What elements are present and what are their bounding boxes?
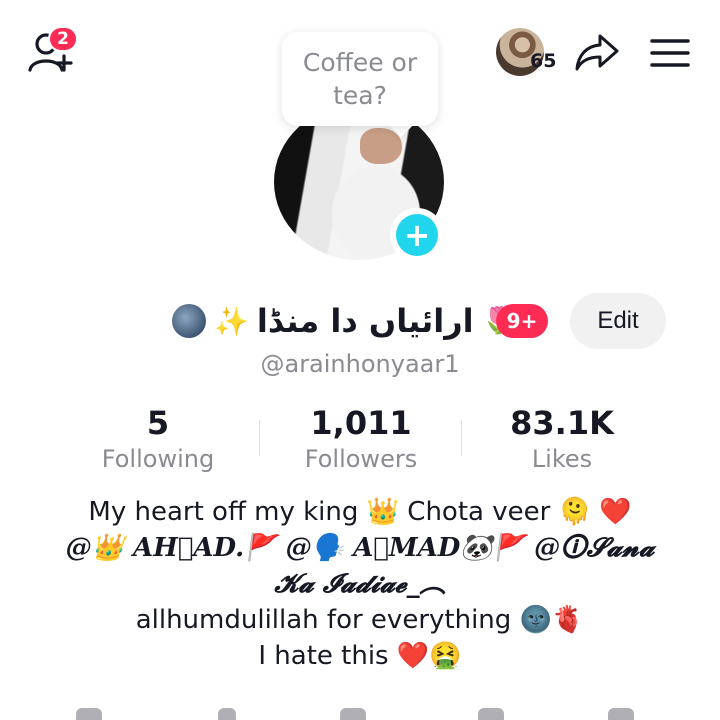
grid-tab-icon[interactable] [76,708,102,720]
profile-note-bubble[interactable]: Coffee or tea? [282,32,438,126]
display-name: ارائیاں دا منڈا [256,302,474,340]
bio-line[interactable]: @👑 AH𝆊AD.🚩 @🗣️ A𝆊MAD🐼🚩 @🛈𝓢𝓪𝓷𝓪 [40,530,680,566]
stat-following[interactable]: 5 Following [78,404,238,476]
menu-icon[interactable] [650,38,690,68]
new-moon-face-icon [172,304,206,338]
stat-value: 1,011 [310,404,412,442]
username: @arainhonyaar1 [260,350,460,378]
saved-tab-icon[interactable] [478,708,504,720]
sparkles-icon: ✨ [214,304,249,338]
stat-label: Followers [304,445,418,473]
stat-divider [461,420,462,456]
stat-value: 83.1K [510,404,614,442]
name-row: ✨ ارائیاں دا منڈا 🌷 [172,298,514,344]
search-tab-icon[interactable] [218,708,236,720]
add-story-button[interactable]: + [390,208,444,262]
edit-profile-button[interactable]: Edit [570,293,666,349]
bio: My heart off my king 👑 Chota veer 🫠 ❤️ @… [40,494,680,674]
liked-tab-icon[interactable] [608,708,634,720]
stat-followers[interactable]: 1,011 Followers [281,404,441,476]
content-tab-bar [0,708,720,720]
stat-value: 5 [146,404,170,442]
bio-line: I hate this ❤️🤮 [258,641,462,671]
plus-icon: + [396,214,438,256]
bio-line: 𝓚𝓪 𝓘𝓪𝓭𝓲𝓪𝓮_︵ [274,569,446,599]
stat-divider [259,420,260,456]
name-badge[interactable]: 9+ [496,304,548,338]
bio-line: allhumdulillah for everything 🌚🫀 [135,605,585,635]
bio-line: My heart off my king 👑 Chota veer 🫠 ❤️ [88,497,632,527]
stat-likes[interactable]: 83.1K Likes [482,404,642,476]
stat-label: Following [101,445,215,473]
profile-viewer-count: 65 [530,50,557,72]
share-icon[interactable] [574,32,620,72]
stat-label: Likes [531,445,593,473]
repost-tab-icon[interactable] [340,708,366,720]
notification-badge: 2 [48,26,78,52]
profile-photo-detail [360,128,402,164]
